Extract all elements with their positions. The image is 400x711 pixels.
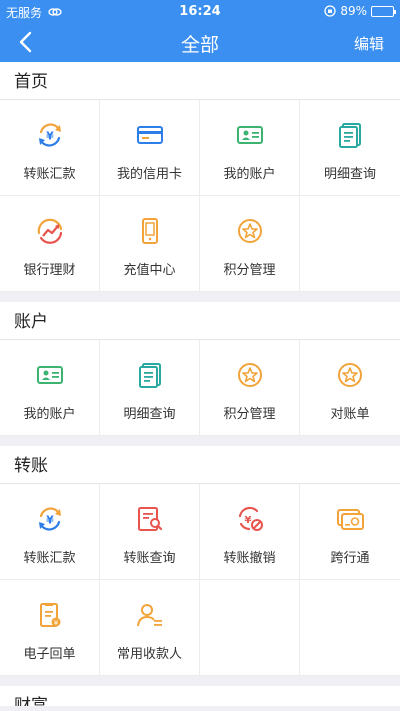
app-header: 无服务 16:24 89% 全部 编辑	[0, 0, 400, 62]
function-item-label: 转账查询	[123, 551, 176, 566]
function-item-label: 常用收款人	[116, 647, 182, 662]
section-1: 账户我的账户 明细查询 积分管理 对账单	[0, 302, 400, 436]
function-item[interactable]: 银行理财	[0, 196, 100, 292]
function-item[interactable]: ¥ 转账撤销	[200, 484, 300, 580]
function-item[interactable]: 明细查询	[100, 340, 200, 436]
function-item[interactable]: 积分管理	[200, 340, 300, 436]
function-item-label: 明细查询	[323, 167, 376, 182]
function-grid: ¥ 转账汇款 转账查询 ¥ 转账撤销 跨行通 ¥ 电子回单 常用收款人	[0, 484, 400, 676]
function-item-label: 积分管理	[223, 407, 276, 422]
svg-text:¥: ¥	[46, 130, 54, 143]
function-item-label: 我的信用卡	[116, 167, 182, 182]
function-item[interactable]: 积分管理	[200, 196, 300, 292]
section-title: 财富	[14, 696, 48, 706]
svg-text:¥: ¥	[46, 514, 54, 527]
function-item[interactable]: ¥ 转账汇款	[0, 100, 100, 196]
function-item[interactable]: 对账单	[300, 340, 400, 436]
empty-cell	[200, 580, 300, 676]
transfer-icon: ¥	[35, 504, 65, 538]
function-item-label: 跨行通	[330, 551, 370, 566]
statement-star-icon	[335, 360, 365, 394]
function-item-label: 我的账户	[223, 167, 276, 182]
empty-cell	[300, 580, 400, 676]
account-card-icon	[235, 120, 265, 154]
points-star-icon	[235, 360, 265, 394]
function-list: 首页 ¥ 转账汇款 我的信用卡 我的账户 明细查询 银行理财 充值中心 积分管理 账户 我的账户 明细…	[0, 62, 400, 711]
function-item-label: 电子回单	[23, 647, 76, 662]
function-item-label: 转账汇款	[23, 167, 76, 182]
function-item-label: 转账汇款	[23, 551, 76, 566]
payee-icon	[135, 600, 165, 634]
account-card-icon	[35, 360, 65, 394]
section-title: 账户	[0, 302, 400, 340]
section-title: 转账	[0, 446, 400, 484]
function-item-label: 明细查询	[123, 407, 176, 422]
receipt-icon: ¥	[35, 600, 65, 634]
orientation-lock-icon	[324, 5, 336, 17]
function-item[interactable]: 转账查询	[100, 484, 200, 580]
function-grid: 我的账户 明细查询 积分管理 对账单	[0, 340, 400, 436]
empty-cell	[300, 196, 400, 292]
status-right: 89%	[324, 4, 396, 18]
function-item-label: 充值中心	[123, 263, 176, 278]
function-item[interactable]: 常用收款人	[100, 580, 200, 676]
function-item[interactable]: 我的账户	[0, 340, 100, 436]
detail-doc-icon	[135, 360, 165, 394]
credit-card-icon	[135, 120, 165, 154]
function-item[interactable]: 明细查询	[300, 100, 400, 196]
page-title: 全部	[180, 34, 219, 56]
section-2: 转账 ¥ 转账汇款 转账查询 ¥ 转账撤销 跨行通 ¥ 电子回单 常用收款人	[0, 446, 400, 676]
battery-icon	[371, 5, 396, 17]
nav-bar: 全部 编辑	[0, 22, 400, 62]
function-item[interactable]: 跨行通	[300, 484, 400, 580]
battery-percent: 89%	[340, 4, 367, 18]
function-item[interactable]: 我的信用卡	[100, 100, 200, 196]
function-item[interactable]: ¥ 电子回单	[0, 580, 100, 676]
function-item-label: 对账单	[330, 407, 370, 422]
transfer-icon: ¥	[35, 120, 65, 154]
edit-button[interactable]: 编辑	[354, 33, 384, 54]
function-item-label: 积分管理	[223, 263, 276, 278]
function-item[interactable]: 充值中心	[100, 196, 200, 292]
section-3: 财富	[0, 686, 400, 706]
function-item[interactable]: ¥ 转账汇款	[0, 484, 100, 580]
points-star-icon	[235, 216, 265, 250]
section-0: 首页 ¥ 转账汇款 我的信用卡 我的账户 明细查询银行理财 充值中心 积分管理	[0, 62, 400, 292]
svg-text:¥: ¥	[53, 619, 58, 627]
phone-recharge-icon	[135, 216, 165, 250]
transfer-search-icon	[135, 504, 165, 538]
status-bar: 无服务 16:24 89%	[0, 0, 400, 22]
function-item[interactable]: 我的账户	[200, 100, 300, 196]
interbank-card-icon	[335, 504, 365, 538]
function-item-label: 银行理财	[23, 263, 76, 278]
detail-doc-icon	[335, 120, 365, 154]
finance-chart-icon	[35, 216, 65, 250]
transfer-cancel-icon: ¥	[235, 504, 265, 538]
section-title: 首页	[0, 62, 400, 100]
function-item-label: 转账撤销	[223, 551, 276, 566]
function-item-label: 我的账户	[23, 407, 76, 422]
svg-text:¥: ¥	[244, 515, 251, 526]
function-grid: ¥ 转账汇款 我的信用卡 我的账户 明细查询银行理财 充值中心 积分管理	[0, 100, 400, 292]
